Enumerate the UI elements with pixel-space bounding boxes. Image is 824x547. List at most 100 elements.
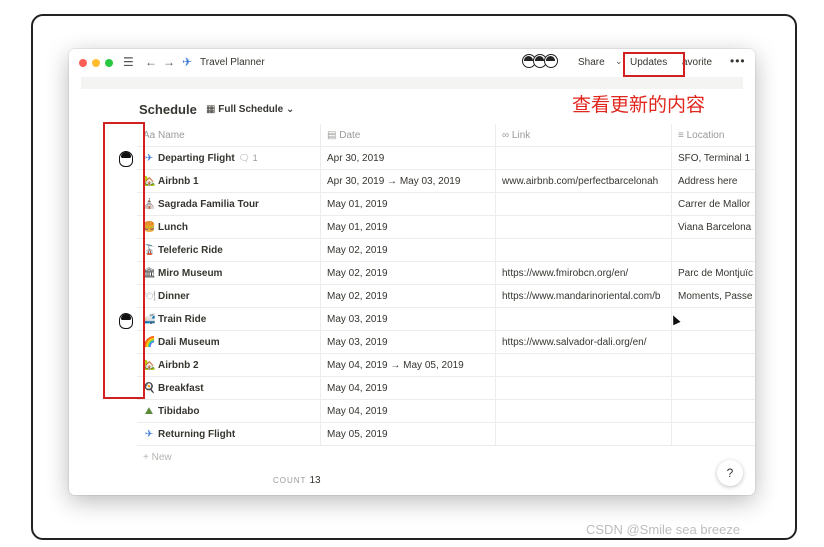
close-window-button[interactable] [79, 59, 87, 67]
table-row[interactable]: 🏡 Airbnb 2 May 04, 2019 → May 05, 2019 [137, 354, 755, 377]
link-cell[interactable] [496, 216, 672, 239]
avatar [544, 54, 558, 68]
date-cell[interactable]: May 01, 2019 [321, 216, 496, 239]
name-cell[interactable]: 🏡 Airbnb 2 [137, 354, 321, 377]
location-cell[interactable]: Parc de Montjuïc [672, 262, 755, 285]
table-row[interactable]: 🌈 Dali Museum May 03, 2019 https://www.salv… [137, 331, 755, 354]
location-cell[interactable] [672, 423, 755, 446]
date-cell[interactable]: May 03, 2019 [321, 331, 496, 354]
database-title[interactable]: Schedule [139, 102, 197, 117]
date-cell[interactable]: May 04, 2019 [321, 377, 496, 400]
link-cell[interactable]: https://www.mandarinoriental.com/b [496, 285, 672, 308]
name-cell[interactable]: 🚡 Teleferic Ride [137, 239, 321, 262]
date-cell[interactable]: May 03, 2019 [321, 308, 496, 331]
comment-icon[interactable]: 🗨 1 [239, 153, 258, 163]
location-cell[interactable] [672, 308, 755, 331]
column-header-location[interactable]: ≡ Location [672, 124, 755, 147]
location-cell[interactable] [672, 377, 755, 400]
name-cell[interactable]: 🚅 Train Ride [137, 308, 321, 331]
favorite-button[interactable]: avorite [682, 57, 712, 68]
view-selector[interactable]: ▦ Full Schedule ⌄ [206, 104, 294, 115]
table-row[interactable]: ✈ Departing Flight 🗨 1 Apr 30, 2019 SFO, Ter… [137, 147, 755, 170]
link-cell[interactable] [496, 193, 672, 216]
date-cell[interactable]: May 04, 2019 [321, 400, 496, 423]
name-cell[interactable]: ✈ Departing Flight 🗨 1 [137, 147, 321, 170]
name-cell[interactable]: 🏛 Miro Museum [137, 262, 321, 285]
link-cell[interactable] [496, 377, 672, 400]
date-cell[interactable]: May 02, 2019 [321, 239, 496, 262]
location-cell[interactable] [672, 239, 755, 262]
table-row[interactable]: ⛪ Sagrada Familia Tour May 01, 2019 Carrer … [137, 193, 755, 216]
link-cell[interactable] [496, 423, 672, 446]
date-cell[interactable]: Apr 30, 2019 [321, 147, 496, 170]
location-cell[interactable]: Carrer de Mallor [672, 193, 755, 216]
collaborator-avatars[interactable] [522, 54, 558, 68]
page-header-strip [81, 77, 743, 89]
table-row[interactable]: 🍽 Dinner May 02, 2019 https://www.mandarino… [137, 285, 755, 308]
link-cell[interactable] [496, 308, 672, 331]
row-name: Teleferic Ride [158, 245, 223, 256]
table-row[interactable]: 🍳 Breakfast May 04, 2019 [137, 377, 755, 400]
highlight-box-avatars [103, 122, 145, 399]
page-title[interactable]: Travel Planner [200, 57, 265, 68]
menu-icon[interactable]: ☰ [123, 55, 134, 69]
date-cell[interactable]: May 05, 2019 [321, 423, 496, 446]
row-name: Miro Museum [158, 268, 223, 279]
minimize-window-button[interactable] [92, 59, 100, 67]
date-cell[interactable]: May 02, 2019 [321, 262, 496, 285]
date-cell[interactable]: Apr 30, 2019 → May 03, 2019 [321, 170, 496, 193]
link-cell[interactable]: https://www.fmirobcn.org/en/ [496, 262, 672, 285]
row-icon: ⛰ [144, 406, 154, 417]
name-cell[interactable]: 🍳 Breakfast [137, 377, 321, 400]
highlight-box-updates [623, 52, 685, 77]
name-cell[interactable]: 🏡 Airbnb 1 [137, 170, 321, 193]
date-cell[interactable]: May 02, 2019 [321, 285, 496, 308]
more-options-button[interactable]: ••• [730, 54, 746, 68]
link-cell[interactable] [496, 400, 672, 423]
date-cell[interactable]: May 01, 2019 [321, 193, 496, 216]
column-header-link[interactable]: ∞ Link [496, 124, 672, 147]
location-cell[interactable] [672, 400, 755, 423]
date-cell[interactable]: May 04, 2019 → May 05, 2019 [321, 354, 496, 377]
table-row[interactable]: 🍔 Lunch May 01, 2019 Viana Barcelona [137, 216, 755, 239]
table-row[interactable]: 🚡 Teleferic Ride May 02, 2019 [137, 239, 755, 262]
column-header-name[interactable]: Aa Name [137, 124, 321, 147]
table-row[interactable]: ⛰ Tibidabo May 04, 2019 [137, 400, 755, 423]
row-name: Returning Flight [158, 429, 236, 440]
location-cell[interactable]: Moments, Passe [672, 285, 755, 308]
table-row[interactable]: ✈ Returning Flight May 05, 2019 [137, 423, 755, 446]
name-cell[interactable]: ✈ Returning Flight [137, 423, 321, 446]
name-cell[interactable]: ⛰ Tibidabo [137, 400, 321, 423]
row-name: Airbnb 1 [158, 176, 199, 187]
link-cell[interactable] [496, 354, 672, 377]
table-row[interactable]: 🏡 Airbnb 1 Apr 30, 2019 → May 03, 2019 www.… [137, 170, 755, 193]
name-cell[interactable]: 🍽 Dinner [137, 285, 321, 308]
back-arrow-icon[interactable]: ← [145, 55, 157, 69]
table-row[interactable]: 🚅 Train Ride May 03, 2019 [137, 308, 755, 331]
row-name: Dali Museum [158, 337, 220, 348]
location-cell[interactable]: SFO, Terminal 1 [672, 147, 755, 170]
link-cell[interactable]: www.airbnb.com/perfectbarcelonah [496, 170, 672, 193]
location-cell[interactable]: Viana Barcelona [672, 216, 755, 239]
view-label: Full Schedule [218, 104, 284, 115]
location-cell[interactable] [672, 354, 755, 377]
link-cell[interactable] [496, 239, 672, 262]
new-row-button[interactable]: + New [143, 452, 172, 463]
column-header-date[interactable]: ▤ Date [321, 124, 496, 147]
link-cell[interactable]: https://www.salvador-dali.org/en/ [496, 331, 672, 354]
location-cell[interactable] [672, 331, 755, 354]
name-cell[interactable]: 🍔 Lunch [137, 216, 321, 239]
name-cell[interactable]: ⛪ Sagrada Familia Tour [137, 193, 321, 216]
row-name: Dinner [158, 291, 190, 302]
share-button[interactable]: Share [578, 57, 605, 68]
link-cell[interactable] [496, 147, 672, 170]
row-name: Airbnb 2 [158, 360, 199, 371]
name-cell[interactable]: 🌈 Dali Museum [137, 331, 321, 354]
chevron-down-icon[interactable]: ⌄ [615, 56, 623, 67]
maximize-window-button[interactable] [105, 59, 113, 67]
table-row[interactable]: 🏛 Miro Museum May 02, 2019 https://www.fmir… [137, 262, 755, 285]
row-name: Departing Flight [158, 153, 235, 164]
help-button[interactable]: ? [717, 460, 743, 486]
location-cell[interactable]: Address here [672, 170, 755, 193]
forward-arrow-icon[interactable]: → [163, 55, 175, 69]
